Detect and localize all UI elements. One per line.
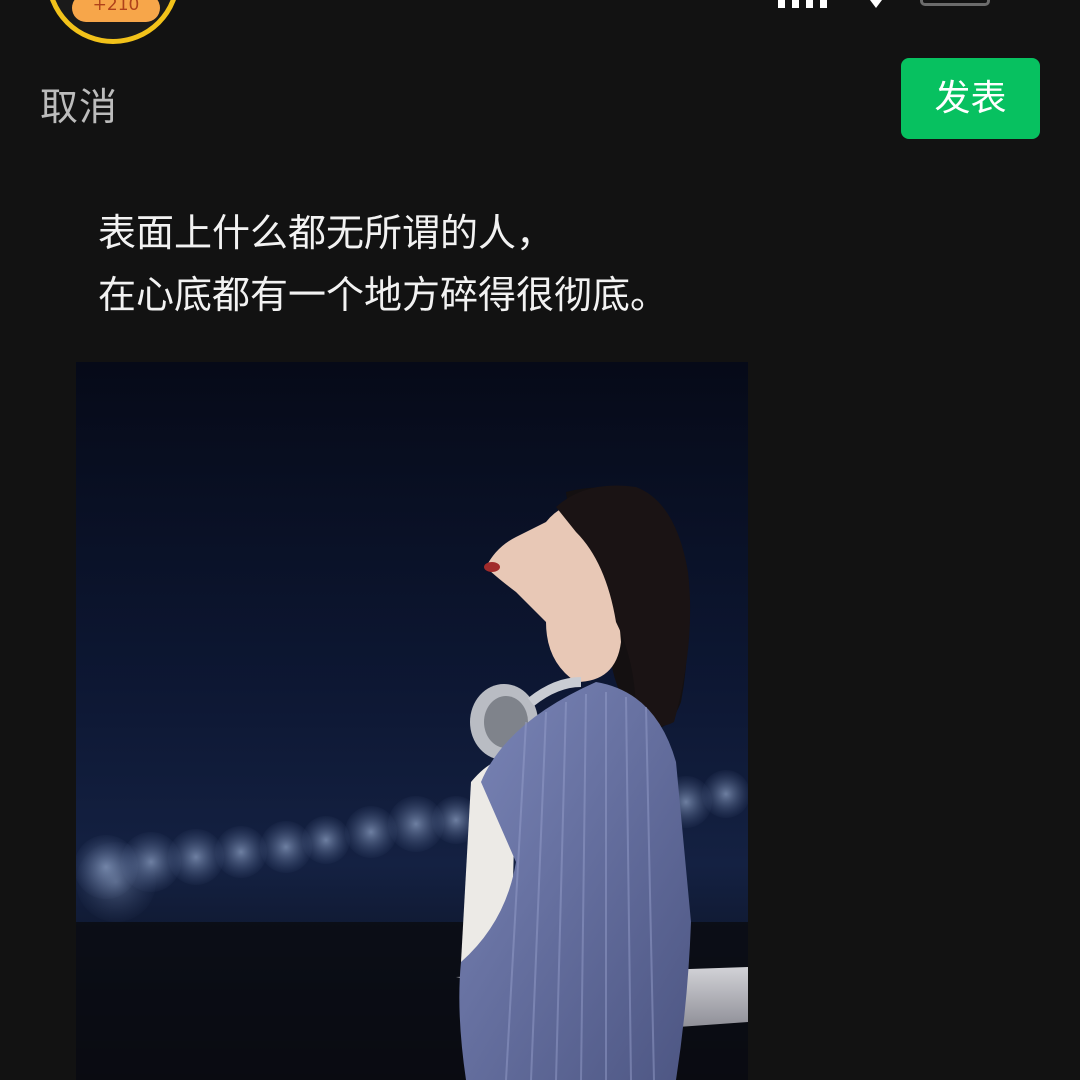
post-text-line: 在心底都有一个地方碎得很彻底。 — [98, 273, 669, 317]
signal-bars-icon — [778, 0, 827, 8]
attached-photo[interactable] — [76, 362, 748, 1080]
compose-moment-screen: +210 取消 发表 表面上什么都无所谓的人， 在心底都有一个地方碎得很彻底。 — [0, 0, 1080, 1080]
publish-button[interactable]: 发表 — [901, 58, 1040, 139]
cancel-button[interactable]: 取消 — [40, 76, 118, 131]
wifi-icon — [870, 0, 882, 8]
points-badge: +210 — [72, 0, 160, 22]
battery-icon — [920, 0, 990, 6]
post-text-line: 表面上什么都无所谓的人， — [98, 211, 555, 255]
post-text[interactable]: 表面上什么都无所谓的人， 在心底都有一个地方碎得很彻底。 — [98, 202, 898, 326]
